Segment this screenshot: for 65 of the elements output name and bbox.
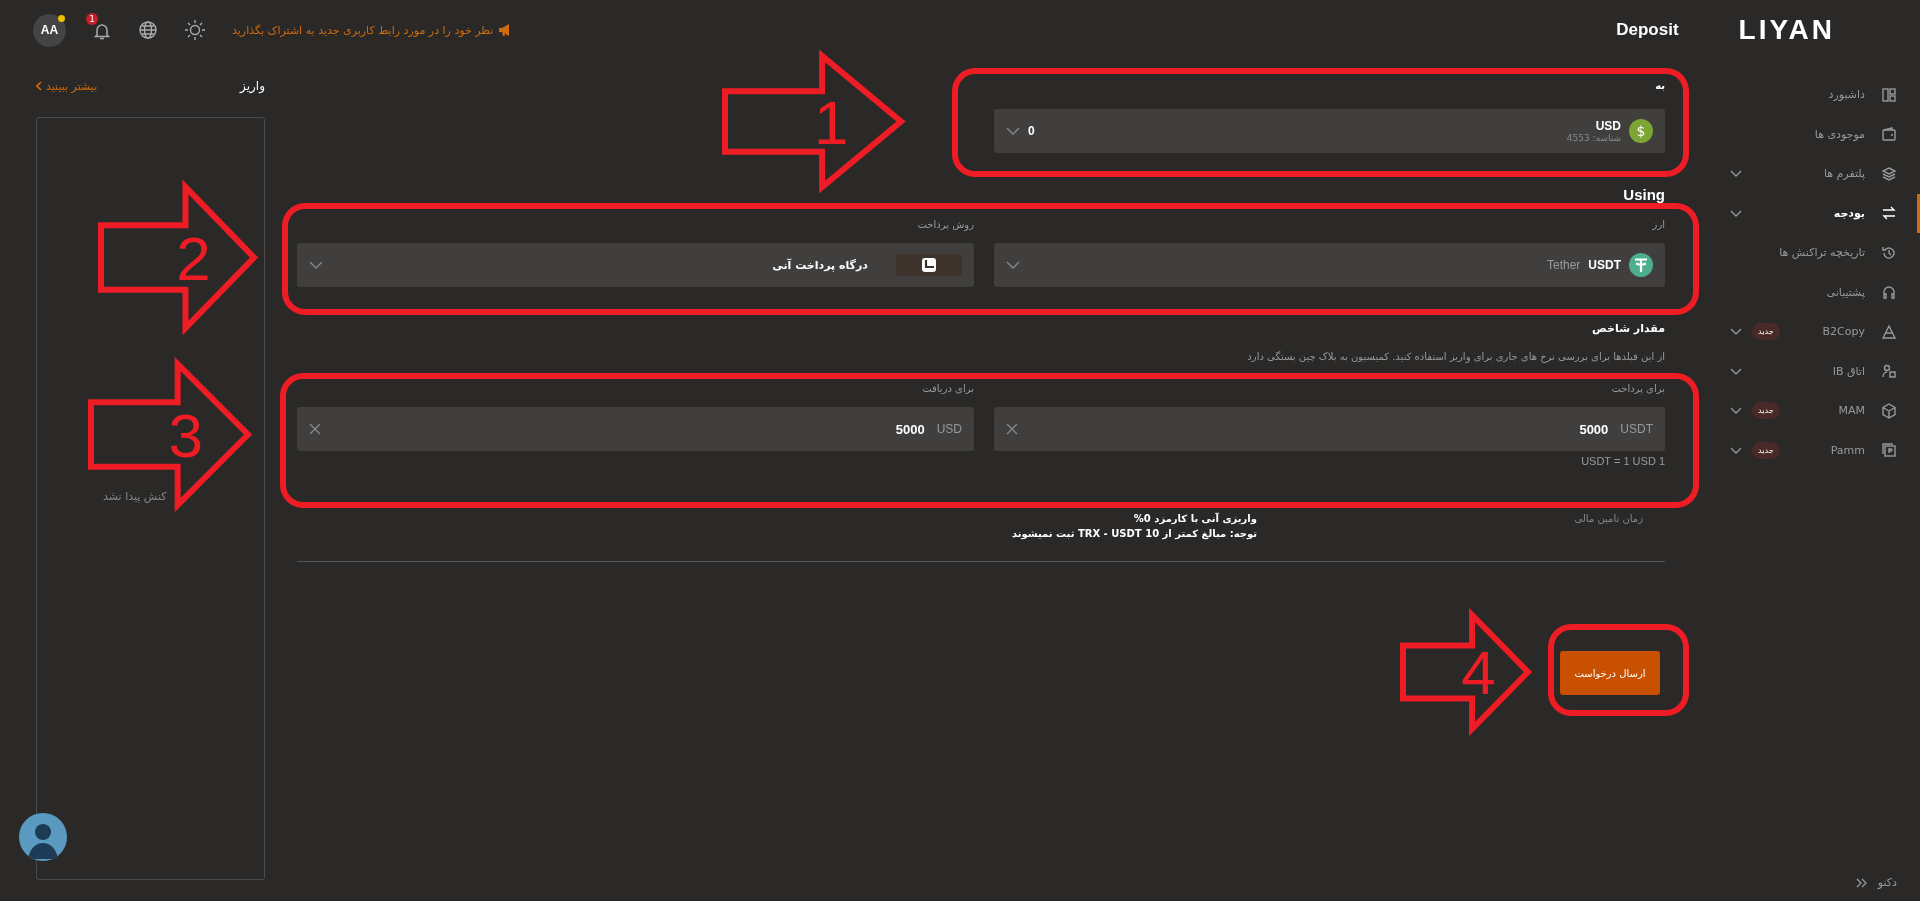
annotation-number: 3 <box>168 400 204 470</box>
annotation-number: 2 <box>176 223 211 293</box>
tether-coin-icon <box>1629 253 1653 277</box>
page-title: Deposit <box>1616 20 1679 40</box>
sun-icon[interactable] <box>184 19 206 41</box>
sidebar-item[interactable]: تاریخچه تراکنش ها <box>1680 233 1920 273</box>
chevron-left-icon[interactable] <box>36 81 42 91</box>
sidebar-item[interactable]: موجودی ها <box>1680 114 1920 154</box>
exchange-rate-text: USDT = 1 USD 1 <box>1580 455 1665 467</box>
field-label: روش پرداخت <box>916 219 974 233</box>
new-badge: جدید <box>1752 323 1780 341</box>
pyramid-icon <box>1881 323 1897 340</box>
layers-icon <box>1881 165 1897 182</box>
chevron-down-icon <box>1006 261 1020 269</box>
chevron-down-icon <box>1006 127 1020 135</box>
payment-method-select[interactable]: درگاه پرداخت آنی <box>297 243 974 287</box>
section-title: Using <box>1622 186 1665 203</box>
sidebar-item[interactable]: بودجه <box>1680 193 1920 233</box>
headset-icon <box>1881 284 1897 301</box>
field-label: ارز <box>1651 219 1665 232</box>
support-avatar[interactable] <box>19 813 67 861</box>
globe-icon[interactable] <box>138 20 158 40</box>
annotation-number: 4 <box>1461 638 1496 707</box>
notification-bell-icon[interactable] <box>92 21 112 41</box>
collapse-label[interactable]: دکنو <box>1877 876 1897 889</box>
users-icon <box>1881 363 1897 380</box>
cube-icon <box>1881 402 1897 419</box>
section-title: مقدار شاخص <box>1591 322 1665 336</box>
notification-count: 1 <box>86 13 98 25</box>
new-badge: جدید <box>1752 402 1780 420</box>
submit-request-button[interactable]: ارسال درخواست <box>1560 651 1660 695</box>
document-icon <box>1881 442 1897 459</box>
field-label: برای دریافت <box>921 383 974 396</box>
clear-icon[interactable] <box>309 423 321 435</box>
receive-amount-field[interactable]: 5000 USD <box>297 407 974 451</box>
history-icon <box>1881 244 1897 261</box>
fee-note: واریزی آنی با کارمزد 0% <box>1133 513 1257 524</box>
logo[interactable]: LIYAN <box>1738 14 1835 46</box>
wallet-icon <box>1881 126 1897 143</box>
amount-hint-text: از این فیلدها برای بررسی نرخ های جاری برای واریز استفاده کنید. کمیسیون به بلاک چین بستگی دارد <box>1246 351 1665 365</box>
minimum-note: توجه: مبالغ کمتر از 10 TRX - USDT ثبت نمیشوند <box>1012 528 1257 539</box>
field-label: برای پرداخت <box>1610 383 1665 397</box>
swap-arrows-icon <box>1881 205 1897 222</box>
sidebar-item[interactable]: پلتفرم ها <box>1680 154 1920 194</box>
sidebar-item[interactable]: اتاق IB <box>1680 351 1920 391</box>
pay-amount-field[interactable]: 5000 USDT <box>994 407 1665 451</box>
sidebar-item[interactable]: پشتیبانی <box>1680 272 1920 312</box>
dashboard-icon <box>1881 86 1897 103</box>
panel-title: واریز <box>240 79 265 93</box>
funding-time-label: زمان تامین مالی <box>1574 513 1643 524</box>
annotation-number: 1 <box>813 87 849 157</box>
field-label: به <box>1654 80 1665 93</box>
sidebar-item[interactable]: داشبورد <box>1680 75 1920 115</box>
dollar-coin-icon: $ <box>1629 119 1653 143</box>
feedback-link[interactable]: نظر خود را در مورد رابط کاربری جدید به اشتراک بگذارید <box>232 23 494 37</box>
user-avatar[interactable]: AA <box>33 13 66 47</box>
chevron-down-icon <box>309 261 323 269</box>
status-dot <box>58 14 65 22</box>
gateway-logo <box>896 254 962 276</box>
currency-select[interactable]: Tether USDT <box>994 243 1665 287</box>
new-badge: جدید <box>1752 441 1780 459</box>
see-more-link[interactable]: بیشتر ببینید <box>46 79 98 93</box>
collapse-icon[interactable] <box>1855 877 1868 888</box>
clear-icon[interactable] <box>1006 423 1018 435</box>
empty-message: کنش پیدا نشد <box>103 490 167 503</box>
